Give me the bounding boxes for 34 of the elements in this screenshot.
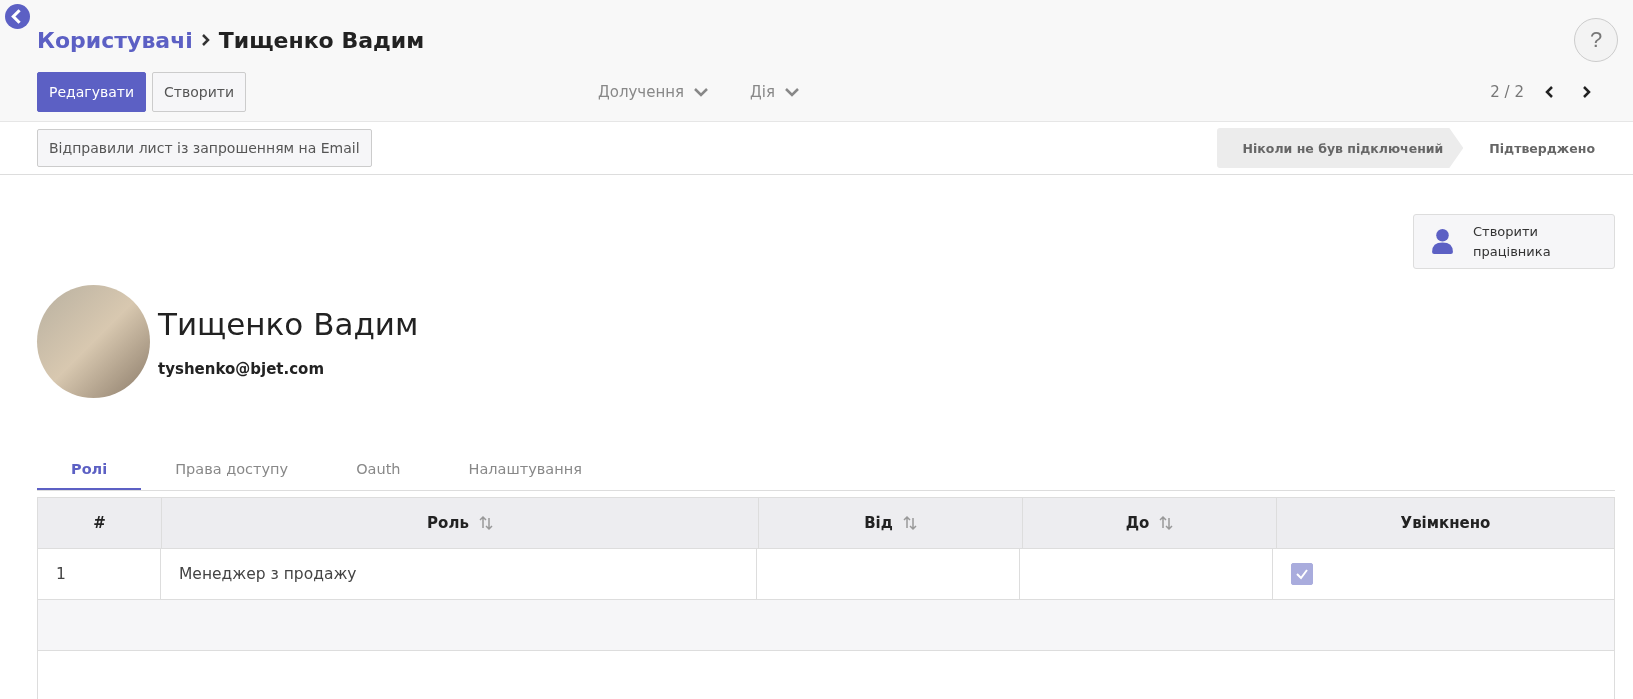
- pager-counter: 2 / 2: [1490, 83, 1524, 101]
- tab[interactable]: Ролі: [37, 450, 142, 490]
- column-header[interactable]: Роль: [162, 498, 759, 548]
- chevron-down-icon: [785, 87, 799, 97]
- column-header[interactable]: #: [38, 498, 162, 548]
- column-header[interactable]: Увімкнено: [1277, 498, 1614, 548]
- table-cell: 1: [38, 549, 161, 599]
- create-employee-button[interactable]: Створити працівника: [1413, 214, 1615, 269]
- column-header[interactable]: До: [1023, 498, 1277, 548]
- back-icon[interactable]: [5, 4, 30, 29]
- user-email: tyshenko@bjet.com: [158, 359, 326, 378]
- sort-icon[interactable]: [1159, 515, 1174, 531]
- chevron-right-icon: [200, 33, 211, 47]
- dropdown-menu[interactable]: Дія: [744, 82, 805, 102]
- tab[interactable]: Oauth: [322, 450, 435, 490]
- send-invitation-button[interactable]: Відправили лист із запрошенням на Email: [37, 129, 372, 167]
- status-step[interactable]: Підтверджено: [1463, 128, 1615, 168]
- tab[interactable]: Налаштування: [434, 450, 616, 490]
- tab[interactable]: Права доступу: [141, 450, 323, 490]
- page-title: Тищенко Вадим: [218, 27, 425, 53]
- help-button[interactable]: ?: [1574, 18, 1618, 62]
- breadcrumb-link[interactable]: Користувачі: [37, 27, 193, 53]
- table-cell: Менеджер з продажу: [161, 549, 757, 599]
- dropdown-menu[interactable]: Долучення: [592, 82, 715, 102]
- sort-icon[interactable]: [478, 515, 493, 531]
- enabled-checkbox[interactable]: [1291, 563, 1313, 585]
- user-name: Тищенко Вадим: [158, 305, 419, 342]
- edit-button[interactable]: Редагувати: [37, 72, 147, 112]
- column-header[interactable]: Від: [759, 498, 1023, 548]
- person-icon: [1432, 229, 1453, 254]
- chevron-down-icon: [694, 87, 709, 97]
- status-step[interactable]: Ніколи не був підключений: [1216, 128, 1464, 168]
- sort-icon[interactable]: [902, 515, 917, 531]
- create-button[interactable]: Створити: [152, 72, 247, 112]
